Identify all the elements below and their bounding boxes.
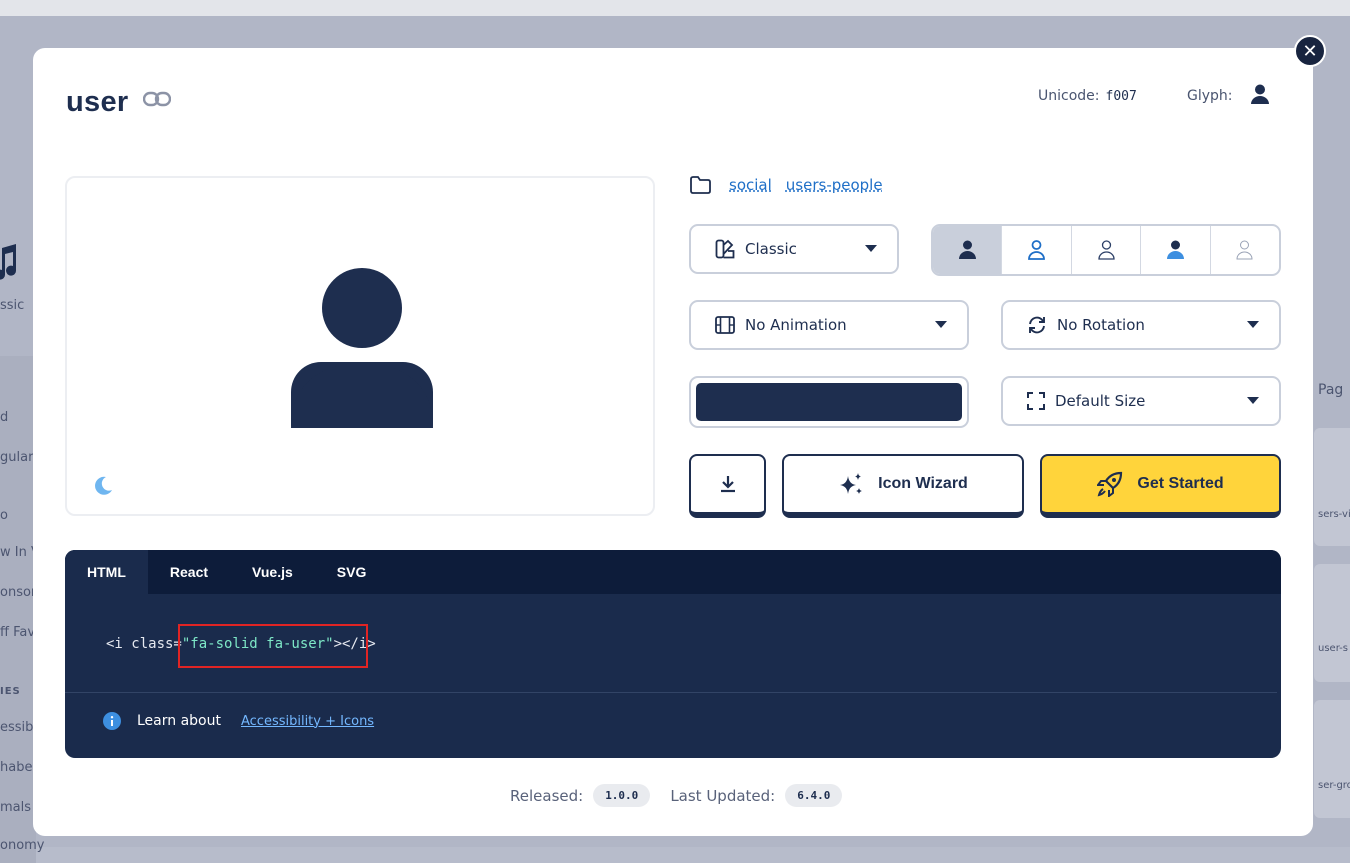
color-picker[interactable]: [689, 376, 969, 428]
icon-detail-modal: user Unicode: f007 Glyph: social users-pe…: [33, 48, 1313, 836]
download-button[interactable]: [689, 454, 766, 518]
background-icon-card: [1314, 700, 1350, 818]
learn-about-row: Learn about Accessibility + Icons: [103, 712, 374, 730]
background-label: ser-gro: [1318, 780, 1350, 791]
download-icon: [720, 476, 735, 493]
chevron-down-icon: [1247, 397, 1259, 404]
background-label: Pag: [1318, 382, 1344, 398]
user-duotone-icon: [1166, 240, 1184, 259]
size-select[interactable]: Default Size: [1001, 376, 1281, 426]
family-select-label: Classic: [745, 240, 797, 258]
background-sidebar-label: onomy: [0, 838, 45, 853]
background-sidebar-label: d: [0, 410, 9, 425]
background-sidebar-label: IES: [0, 686, 21, 697]
icon-title: user: [66, 86, 129, 118]
released-version-badge: 1.0.0: [593, 784, 651, 807]
style-light-button[interactable]: [1070, 226, 1140, 274]
link-icon[interactable]: [143, 91, 171, 107]
rocket-icon: [1097, 471, 1123, 497]
category-link-social[interactable]: social: [729, 176, 772, 194]
moon-icon[interactable]: [93, 476, 113, 496]
close-button[interactable]: ✕: [1294, 35, 1326, 67]
color-swatch: [696, 383, 962, 421]
code-snippet-panel: HTML React Vue.js SVG <i class="fa-solid…: [65, 550, 1281, 758]
style-solid-button[interactable]: [933, 226, 1002, 274]
updated-version-badge: 6.4.0: [785, 784, 843, 807]
updated-label: Last Updated:: [670, 786, 776, 805]
user-solid-icon: [958, 240, 976, 259]
expand-icon: [1027, 392, 1045, 410]
swatchbook-icon: [715, 239, 735, 259]
user-light-icon: [1097, 240, 1115, 260]
style-regular-button[interactable]: [1001, 226, 1070, 274]
style-duotone-button[interactable]: [1140, 226, 1209, 274]
annotation-highlight-box: [178, 624, 368, 668]
animation-select[interactable]: No Animation: [689, 300, 969, 350]
background-label: user-s: [1318, 643, 1348, 654]
background-sidebar-label: o: [0, 508, 8, 523]
background-sidebar-label: mals: [0, 800, 32, 815]
icon-preview: [65, 176, 655, 516]
chevron-down-icon: [1247, 321, 1259, 328]
style-thin-button[interactable]: [1209, 226, 1279, 274]
tab-vue[interactable]: Vue.js: [230, 550, 315, 594]
rotation-select-label: No Rotation: [1057, 316, 1145, 334]
code-divider: [65, 692, 1277, 693]
tab-svg[interactable]: SVG: [315, 550, 389, 594]
unicode-value[interactable]: f007: [1106, 89, 1137, 104]
background-label: sers-vie: [1318, 509, 1350, 520]
get-started-button[interactable]: Get Started: [1040, 454, 1281, 518]
code-tabs: HTML React Vue.js SVG: [65, 550, 1281, 594]
background-sidebar-label: ssic: [0, 298, 25, 313]
accessibility-link[interactable]: Accessibility + Icons: [241, 714, 374, 729]
background-sidebar-label: essib: [0, 720, 34, 735]
animation-select-label: No Animation: [745, 316, 847, 334]
unicode-label: Unicode:: [1038, 88, 1100, 104]
icon-wizard-label: Icon Wizard: [878, 475, 968, 492]
background-sidebar: [0, 356, 36, 863]
version-footer: Released: 1.0.0 Last Updated: 6.4.0: [510, 784, 862, 807]
rotate-icon: [1029, 316, 1045, 334]
sparkles-icon: [840, 473, 863, 494]
film-icon: [715, 316, 735, 334]
info-icon: [103, 712, 121, 730]
background-sidebar-label: ff Fav: [0, 625, 36, 640]
glyph-label: Glyph:: [1187, 88, 1233, 104]
folder-icon: [690, 176, 711, 194]
size-select-label: Default Size: [1055, 392, 1146, 410]
user-glyph-icon[interactable]: [1251, 84, 1269, 105]
user-icon-preview: [291, 268, 433, 428]
chevron-down-icon: [865, 245, 877, 252]
background-icon-card: [1314, 564, 1350, 682]
get-started-label: Get Started: [1137, 475, 1224, 492]
user-thin-icon: [1236, 240, 1253, 260]
category-link-users-people[interactable]: users-people: [786, 176, 883, 194]
background-icon-card: [1314, 428, 1350, 546]
browser-strip: [0, 0, 1350, 16]
code-prefix: <i class=: [106, 636, 182, 652]
category-list: social users-people: [689, 176, 883, 194]
glyph-info: Glyph:: [1187, 88, 1233, 104]
released-label: Released:: [510, 786, 584, 805]
unicode-info: Unicode: f007: [1038, 88, 1137, 104]
style-variant-group: [931, 224, 1281, 276]
tab-html[interactable]: HTML: [65, 550, 148, 594]
learn-about-text: Learn about: [137, 713, 221, 729]
user-regular-icon: [1028, 240, 1046, 260]
icon-wizard-button[interactable]: Icon Wizard: [782, 454, 1024, 518]
music-icon: [0, 244, 17, 280]
family-select[interactable]: Classic: [689, 224, 899, 274]
background-sidebar-label: habe: [0, 760, 33, 775]
chevron-down-icon: [935, 321, 947, 328]
background-sidebar-label: gular: [0, 450, 34, 465]
rotation-select[interactable]: No Rotation: [1001, 300, 1281, 350]
tab-react[interactable]: React: [148, 550, 230, 594]
